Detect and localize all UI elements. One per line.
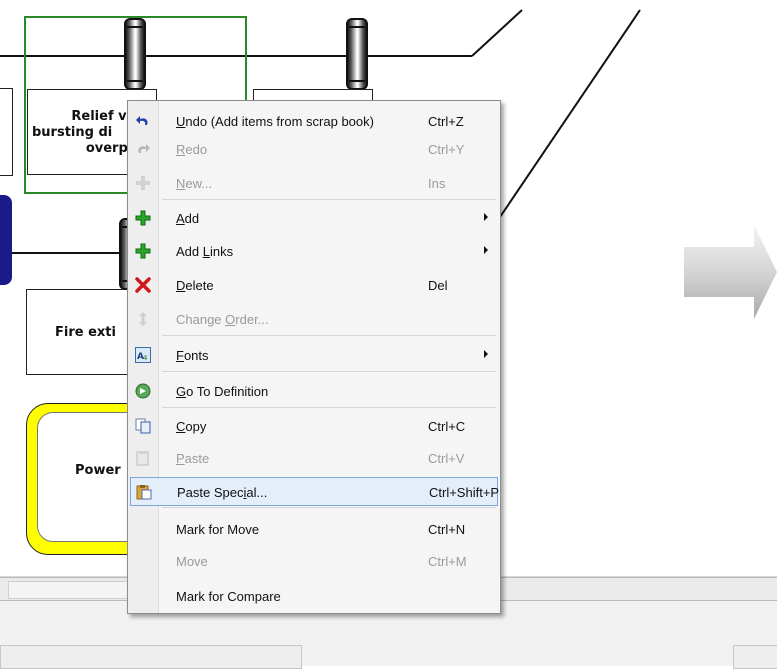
menu-item-delete[interactable]: Delete Del bbox=[130, 271, 498, 300]
menu-item-label: Fonts bbox=[176, 348, 209, 363]
menu-item-label: Change Order... bbox=[176, 312, 269, 327]
menu-item-label: Copy bbox=[176, 419, 207, 434]
status-pane bbox=[0, 645, 302, 669]
fonts-icon: A4 bbox=[134, 347, 152, 365]
no-icon bbox=[134, 553, 152, 571]
menu-item-label: Mark for Compare bbox=[176, 589, 281, 604]
svg-text:4: 4 bbox=[143, 354, 148, 362]
menu-item-copy[interactable]: Copy Ctrl+C bbox=[130, 412, 498, 441]
menu-item-mark-for-move[interactable]: Mark for Move Ctrl+N bbox=[130, 515, 498, 544]
paste-icon bbox=[134, 450, 152, 468]
no-icon bbox=[134, 588, 152, 606]
menu-item-add-links[interactable]: Add Links bbox=[130, 237, 498, 266]
barrier-edge bbox=[0, 195, 12, 285]
no-icon bbox=[134, 521, 152, 539]
menu-item-shortcut: Ctrl+M bbox=[428, 554, 467, 569]
barrier-connector bbox=[346, 18, 368, 90]
status-pane bbox=[733, 645, 777, 669]
menu-item-shortcut: Ctrl+Shift+P bbox=[429, 485, 500, 500]
menu-separator bbox=[162, 507, 496, 508]
menu-item-label: Paste bbox=[176, 451, 210, 466]
menu-item-add[interactable]: Add bbox=[130, 204, 498, 233]
menu-separator bbox=[162, 335, 496, 336]
menu-item-shortcut: Ctrl+V bbox=[428, 451, 465, 466]
menu-item-shortcut: Ins bbox=[428, 176, 446, 191]
menu-item-label: New... bbox=[176, 176, 213, 191]
barrier-connector bbox=[124, 18, 146, 90]
menu-item-label: Add bbox=[176, 211, 200, 226]
paste-special-icon bbox=[135, 484, 153, 502]
menu-item-shortcut: Ctrl+Y bbox=[428, 142, 465, 157]
menu-item-shortcut: Del bbox=[428, 278, 448, 293]
menu-item-shortcut: Ctrl+N bbox=[428, 522, 466, 537]
menu-item-shortcut: Ctrl+C bbox=[428, 419, 466, 434]
menu-item-move[interactable]: Move Ctrl+M bbox=[130, 547, 498, 576]
flow-arrow-icon bbox=[684, 225, 777, 319]
menu-separator bbox=[162, 371, 496, 372]
menu-separator bbox=[162, 407, 496, 408]
menu-item-shortcut: Ctrl+Z bbox=[428, 114, 464, 129]
submenu-arrow-icon bbox=[484, 213, 488, 221]
go-to-definition-icon bbox=[134, 383, 152, 401]
menu-item-fonts[interactable]: A 4 Fonts bbox=[130, 341, 498, 370]
menu-item-change-order[interactable]: Change Order... bbox=[130, 305, 498, 334]
left-block-edge bbox=[0, 88, 13, 176]
menu-item-label: Add Links bbox=[176, 244, 234, 259]
add-links-icon bbox=[134, 243, 152, 261]
menu-item-undo[interactable]: Undo (Add items from scrap book) Ctrl+Z bbox=[130, 107, 498, 136]
submenu-arrow-icon bbox=[484, 350, 488, 358]
menu-item-label: Undo (Add items from scrap book) bbox=[176, 114, 374, 129]
change-order-icon bbox=[134, 311, 152, 329]
menu-item-label: Delete bbox=[176, 278, 214, 293]
menu-separator bbox=[162, 199, 496, 200]
delete-icon bbox=[134, 277, 152, 295]
menu-item-label: Go To Definition bbox=[176, 384, 269, 399]
context-menu: Undo (Add items from scrap book) Ctrl+Z Re… bbox=[127, 100, 501, 614]
menu-item-new[interactable]: New... Ins bbox=[130, 169, 498, 198]
add-icon bbox=[134, 210, 152, 228]
copy-icon bbox=[134, 418, 152, 436]
menu-item-label: Move bbox=[176, 554, 208, 569]
submenu-arrow-icon bbox=[484, 246, 488, 254]
menu-item-mark-for-compare[interactable]: Mark for Compare bbox=[130, 582, 498, 611]
new-icon bbox=[134, 175, 152, 193]
menu-item-label: Mark for Move bbox=[176, 522, 260, 537]
menu-item-paste[interactable]: Paste Ctrl+V bbox=[130, 444, 498, 473]
menu-item-redo[interactable]: Redo Ctrl+Y bbox=[130, 135, 498, 164]
menu-item-paste-special[interactable]: Paste Special... Ctrl+Shift+P bbox=[130, 477, 500, 506]
menu-item-label: Redo bbox=[176, 142, 208, 157]
undo-icon bbox=[134, 113, 152, 131]
redo-icon bbox=[134, 141, 152, 159]
menu-item-label: Paste Special... bbox=[177, 485, 268, 500]
menu-item-go-to-definition[interactable]: Go To Definition bbox=[130, 377, 498, 406]
